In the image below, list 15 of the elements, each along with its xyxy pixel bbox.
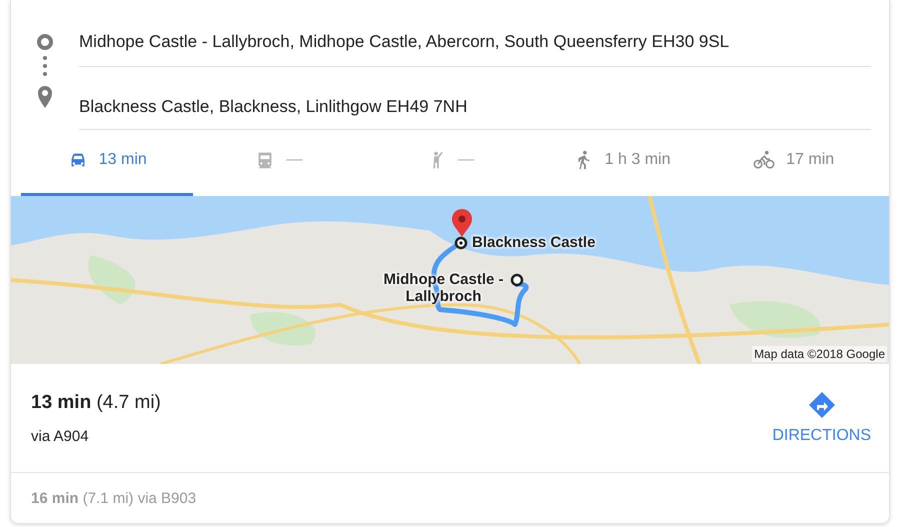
- location-pin-icon: [451, 208, 473, 238]
- origin-marker-icon: [510, 273, 524, 287]
- route-summary: 13 min (4.7 mi): [31, 392, 161, 414]
- route-via: via A904: [31, 428, 90, 444]
- map-attribution: Map data ©2018 Google: [752, 346, 887, 362]
- bicycle-icon: [752, 148, 776, 170]
- destination-field[interactable]: Blackness Castle, Blackness, Linlithgow EH49 7NH: [79, 95, 871, 130]
- bike-tab[interactable]: 17 min: [707, 130, 879, 196]
- directions-button[interactable]: DIRECTIONS: [772, 385, 871, 451]
- walk-tab[interactable]: 1 h 3 min: [536, 130, 708, 196]
- directions-icon: [808, 391, 836, 419]
- alternate-route[interactable]: 16 min (7.1 mi) via B903: [31, 490, 196, 506]
- destination-marker-icon: [454, 236, 468, 250]
- destination-label: Blackness Castle: [472, 234, 596, 251]
- origin-field[interactable]: Midhope Castle - Lallybroch, Midhope Castle, Abercorn, South Queensferry EH30 9SL: [79, 30, 871, 67]
